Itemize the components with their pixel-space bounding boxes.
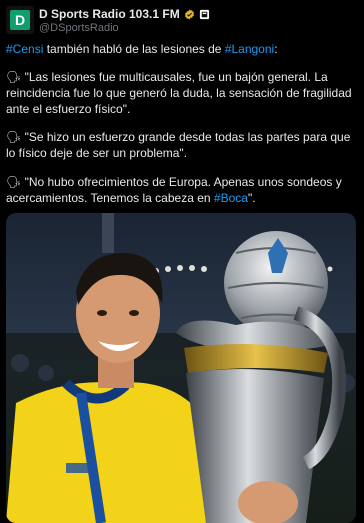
photo-illustration	[6, 213, 356, 523]
handle[interactable]: @DSportsRadio	[39, 22, 119, 34]
quote-paragraph-1: 🗣 "Las lesiones fue multicausales, fue u…	[6, 69, 356, 117]
display-name[interactable]: D Sports Radio 103.1 FM	[39, 7, 180, 21]
hashtag-boca[interactable]: #Boca	[214, 191, 248, 205]
speaking-head-icon: 🗣	[6, 130, 25, 144]
quote-paragraph-2: 🗣 "Se hizo un esfuerzo grande desde toda…	[6, 129, 356, 161]
avatar-letter: D	[14, 12, 26, 28]
speaking-head-icon: 🗣	[6, 70, 25, 84]
intro-middle: también habló de las lesiones de	[43, 42, 225, 56]
quote-paragraph-3: 🗣 "No hubo ofrecimientos de Europa. Apen…	[6, 174, 356, 206]
quote-2: "Se hizo un esfuerzo grande desde todas …	[6, 130, 351, 160]
quote-1: "Las lesiones fue multicausales, fue un …	[6, 70, 352, 116]
intro-end: :	[274, 42, 278, 56]
intro-line: #Censi también habló de las lesiones de …	[6, 41, 356, 57]
speaking-head-icon: 🗣	[6, 175, 25, 189]
affiliate-square-icon	[199, 9, 209, 19]
verified-badge-icon	[184, 8, 194, 20]
quote-3-end: ".	[247, 191, 256, 205]
hashtag-censi[interactable]: #Censi	[6, 42, 43, 56]
hashtag-langoni[interactable]: #Langoni	[225, 42, 274, 56]
avatar[interactable]: D	[6, 6, 34, 34]
quote-3: "No hubo ofrecimientos de Europa. Apenas…	[6, 175, 342, 205]
tweet-photo[interactable]	[6, 213, 356, 523]
name-row: D Sports Radio 103.1 FM	[39, 7, 210, 21]
tweet-header: D D Sports Radio 103.1 FM @DSportsRadio	[6, 6, 358, 34]
